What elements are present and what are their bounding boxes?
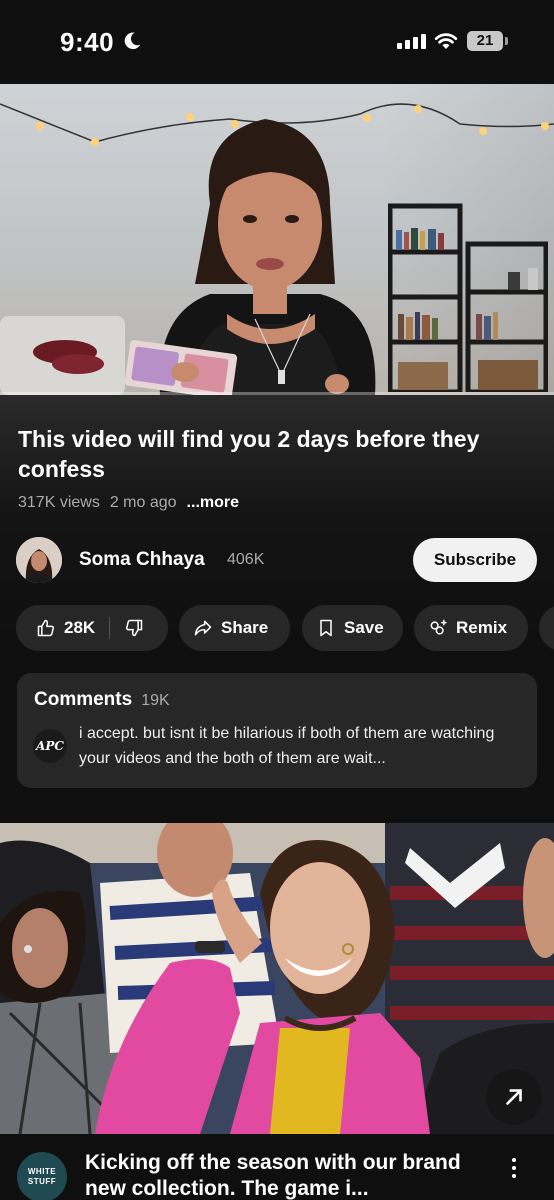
thumbnail-image bbox=[0, 823, 554, 1134]
remix-icon bbox=[430, 619, 447, 635]
wifi-icon bbox=[434, 33, 458, 49]
battery-icon: 21 bbox=[467, 31, 503, 51]
remix-label: Remix bbox=[456, 618, 508, 637]
like-dislike-pill: 28K bbox=[16, 605, 168, 651]
save-label: Save bbox=[344, 618, 384, 637]
channel-name[interactable]: Soma Chhaya bbox=[79, 549, 205, 571]
action-bar: 28K Share Save Remix bbox=[16, 605, 554, 651]
channel-row: Soma Chhaya 406K Subscribe bbox=[16, 537, 538, 583]
share-label: Share bbox=[221, 618, 269, 637]
thumbs-up-icon[interactable] bbox=[36, 618, 56, 638]
battery-cap bbox=[505, 37, 508, 45]
more-actions-pill[interactable] bbox=[539, 605, 554, 651]
top-comment: i accept. but isnt it be hilarious if bo… bbox=[79, 725, 495, 767]
comments-count: 19K bbox=[141, 692, 170, 709]
save-icon bbox=[320, 619, 332, 637]
channel-avatar[interactable] bbox=[16, 537, 62, 583]
video-player[interactable] bbox=[0, 84, 554, 395]
comments-header: Comments 19K bbox=[34, 689, 170, 711]
promoted-video-title[interactable]: Kicking off the season with our brand ne… bbox=[85, 1150, 485, 1200]
view-count: 317K views bbox=[18, 494, 100, 511]
external-link-icon bbox=[506, 1089, 522, 1105]
remix-button[interactable]: Remix bbox=[414, 605, 528, 651]
thumbs-down-icon[interactable] bbox=[124, 618, 144, 638]
promoted-video-info[interactable]: WHITE STUFF Kicking off the season with … bbox=[0, 1134, 554, 1200]
promoted-video-thumbnail[interactable] bbox=[0, 823, 554, 1134]
video-title: This video will find you 2 days before t… bbox=[18, 426, 480, 482]
more-vert-icon[interactable] bbox=[502, 1154, 526, 1184]
moon-icon bbox=[124, 32, 141, 50]
brand-avatar[interactable]: WHITE STUFF bbox=[17, 1152, 67, 1200]
open-link-button[interactable] bbox=[486, 1069, 542, 1125]
like-divider bbox=[109, 617, 111, 639]
status-time: 9:40 bbox=[60, 27, 115, 57]
comments-title: Comments bbox=[34, 689, 133, 710]
comments-panel[interactable]: Comments 19K APC i accept. but isnt it b… bbox=[17, 673, 537, 788]
upload-age: 2 mo ago bbox=[109, 494, 177, 511]
share-icon bbox=[194, 620, 212, 636]
subscriber-count: 406K bbox=[227, 551, 265, 568]
more-link[interactable]: ...more bbox=[187, 494, 239, 512]
save-button[interactable]: Save bbox=[302, 605, 403, 651]
video-meta[interactable]: 317K views 2 mo ago ...more bbox=[18, 494, 239, 512]
subscribe-button[interactable]: Subscribe bbox=[413, 538, 537, 582]
like-count[interactable]: 28K bbox=[64, 618, 95, 638]
status-bar: 9:40 21 bbox=[0, 0, 554, 84]
presenter bbox=[124, 119, 376, 395]
share-button[interactable]: Share bbox=[179, 605, 290, 651]
commenter-avatar: APC bbox=[33, 729, 67, 763]
signal-icon bbox=[397, 33, 426, 49]
